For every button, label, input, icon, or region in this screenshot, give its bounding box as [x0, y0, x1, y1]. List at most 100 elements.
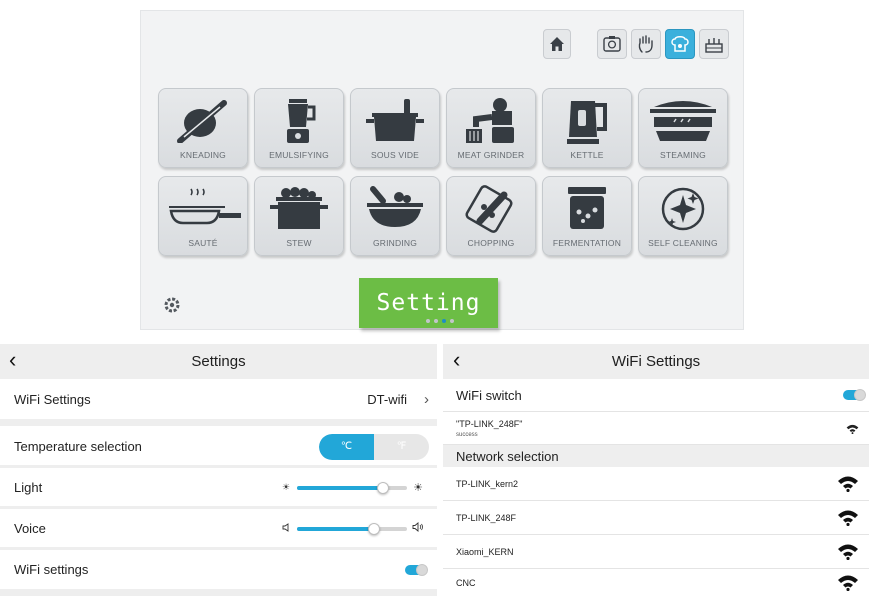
- wifi-signal-icon: [838, 544, 858, 560]
- divider: [0, 465, 437, 468]
- wifi-network-value: DT-wifi: [367, 392, 407, 407]
- mode-label: STEW: [286, 238, 312, 248]
- mode-tile-self-cleaning[interactable]: SELF CLEANING: [638, 176, 728, 256]
- kettle-icon: [567, 101, 607, 144]
- wifi-switch-row: WiFi switch: [443, 379, 869, 412]
- mode-label: KNEADING: [180, 150, 226, 160]
- voice-slider-track[interactable]: [297, 522, 407, 535]
- mode-tile-steaming[interactable]: STEAMING: [638, 88, 728, 168]
- stew-pot-icon: [270, 187, 328, 229]
- gear-icon[interactable]: [163, 296, 181, 314]
- page-dot-active[interactable]: [442, 319, 446, 323]
- network-row[interactable]: Xiaomi_KERN: [443, 535, 869, 569]
- mode-label: MEAT GRINDER: [457, 150, 525, 160]
- mode-tile-stew[interactable]: STEW: [254, 176, 344, 256]
- divider: [0, 547, 437, 550]
- mode-label: STEAMING: [660, 150, 706, 160]
- recipe-icon[interactable]: [597, 29, 627, 59]
- light-slider-handle[interactable]: [376, 481, 389, 494]
- cooking-screen: KNEADING EMULSIFYING SOUS VIDE MEAT GRIN…: [140, 10, 744, 330]
- sun-small-icon: ☀: [281, 482, 291, 492]
- mode-tile-sous-vide[interactable]: SOUS VIDE: [350, 88, 440, 168]
- mode-label: SOUS VIDE: [370, 150, 420, 160]
- top-icon-bar: [543, 29, 729, 59]
- light-label: Light: [14, 480, 43, 495]
- temperature-row: Temperature selection ℃ ℉: [0, 428, 437, 465]
- network-row[interactable]: CNC: [443, 569, 869, 596]
- mode-tile-saute[interactable]: SAUTÉ: [158, 176, 248, 256]
- hand-icon[interactable]: [631, 29, 661, 59]
- wifi-toggle-switch[interactable]: [405, 563, 428, 576]
- wifi-settings-panel: ‹ WiFi Settings WiFi switch "TP-LINK_248…: [443, 344, 869, 596]
- mode-label: CHOPPING: [467, 238, 515, 248]
- mode-tile-meat-grinder[interactable]: MEAT GRINDER: [446, 88, 536, 168]
- blender-icon: [287, 99, 316, 143]
- connection-status: success: [456, 431, 478, 438]
- connected-network-name: "TP-LINK_248F": [456, 418, 523, 429]
- network-name: CNC: [456, 577, 476, 588]
- home-icon[interactable]: [543, 29, 571, 59]
- page-indicator: [426, 319, 454, 323]
- celsius-option[interactable]: ℃: [319, 433, 374, 460]
- voice-slider[interactable]: [279, 522, 425, 536]
- volume-high-icon: [411, 522, 425, 535]
- mode-label: SAUTÉ: [188, 238, 218, 248]
- network-row[interactable]: TP-LINK_248F: [443, 501, 869, 535]
- voice-row: Voice: [0, 510, 437, 547]
- divider: [0, 589, 437, 596]
- toggle-knob: [854, 389, 866, 401]
- temperature-label: Temperature selection: [14, 439, 142, 454]
- voice-slider-fill: [297, 526, 374, 531]
- sous-vide-pot-icon: [366, 99, 424, 141]
- page-dot[interactable]: [450, 319, 454, 323]
- settings-title: Settings: [191, 353, 246, 370]
- wifi-settings-row[interactable]: WiFi Settings DT-wifi ›: [0, 381, 437, 418]
- voice-slider-handle[interactable]: [368, 522, 380, 535]
- wifi-toggle-label: WiFi settings: [14, 562, 89, 577]
- jar-icon: [568, 187, 606, 229]
- wifi-switch-label: WiFi switch: [456, 387, 522, 403]
- frying-pan-icon: [169, 188, 241, 225]
- mode-label: EMULSIFYING: [269, 150, 329, 160]
- network-name: Xiaomi_KERN: [456, 546, 514, 557]
- temperature-unit-toggle: ℃ ℉: [319, 433, 429, 460]
- cutting-board-icon: [465, 185, 513, 233]
- divider: [0, 506, 437, 509]
- wifi-signal-icon: [838, 476, 858, 492]
- voice-label: Voice: [14, 521, 46, 536]
- mode-label: SELF CLEANING: [648, 238, 718, 248]
- divider: [0, 419, 437, 426]
- mode-label: KETTLE: [570, 150, 604, 160]
- network-name: TP-LINK_kern2: [456, 478, 519, 489]
- chevron-right-icon: ›: [424, 391, 429, 408]
- mode-tile-kneading[interactable]: KNEADING: [158, 88, 248, 168]
- mortar-pestle-icon: [367, 186, 423, 227]
- meat-grinder-icon: [466, 98, 514, 143]
- steamer-icon: [650, 101, 716, 141]
- connected-network-row[interactable]: "TP-LINK_248F" success: [443, 412, 869, 445]
- mode-tile-fermentation[interactable]: FERMENTATION: [542, 176, 632, 256]
- page-dot[interactable]: [426, 319, 430, 323]
- mode-tile-chopping[interactable]: CHOPPING: [446, 176, 536, 256]
- volume-low-icon: [279, 523, 293, 534]
- network-row[interactable]: TP-LINK_kern2: [443, 467, 869, 501]
- wifi-switch-toggle[interactable]: [843, 389, 866, 401]
- chef-icon[interactable]: [665, 29, 695, 59]
- light-row: Light ☀ ☀: [0, 469, 437, 506]
- light-slider-fill: [297, 485, 383, 490]
- wifi-toggle-row: WiFi settings: [0, 551, 437, 588]
- mode-tile-kettle[interactable]: KETTLE: [542, 88, 632, 168]
- light-slider[interactable]: ☀ ☀: [279, 481, 425, 495]
- mode-tile-grinding[interactable]: GRINDING: [350, 176, 440, 256]
- mode-label: GRINDING: [372, 238, 418, 248]
- network-name: TP-LINK_248F: [456, 512, 517, 523]
- light-slider-track[interactable]: [297, 481, 407, 494]
- toggle-knob: [416, 563, 428, 576]
- fahrenheit-option[interactable]: ℉: [374, 434, 429, 460]
- mode-tile-emulsifying[interactable]: EMULSIFYING: [254, 88, 344, 168]
- cake-icon[interactable]: [699, 29, 729, 59]
- page-dot[interactable]: [434, 319, 438, 323]
- sun-large-icon: ☀: [413, 482, 423, 494]
- wifi-settings-label: WiFi Settings: [14, 392, 91, 407]
- wifi-signal-icon: [838, 575, 858, 591]
